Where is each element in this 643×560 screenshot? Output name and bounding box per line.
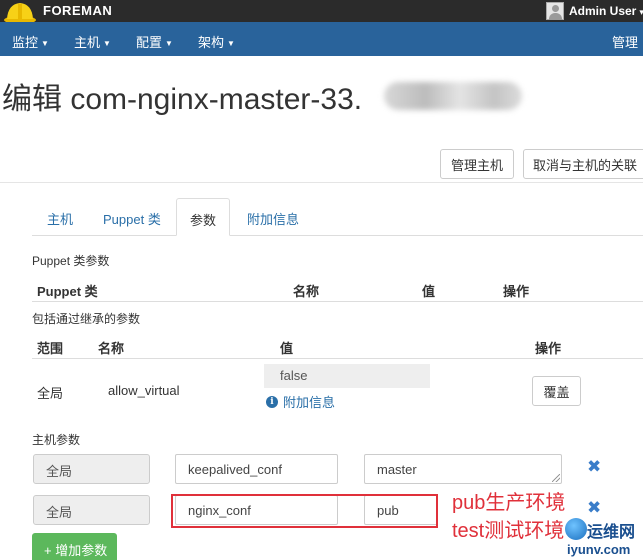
watermark-bottom: iyunv.com xyxy=(567,542,631,557)
annotation-highlight-box xyxy=(171,494,438,528)
page-title: 编辑 com-nginx-master-33. xyxy=(2,83,363,116)
foreman-helmet-icon[interactable] xyxy=(3,0,37,24)
col-scope: 范围 xyxy=(37,341,64,356)
table-divider xyxy=(32,358,643,359)
tab-host[interactable]: 主机 xyxy=(47,198,73,236)
watermark: 运维网 iyunv.com xyxy=(565,512,643,560)
nav-infrastructure[interactable]: 架构 ▼ xyxy=(198,32,235,51)
tab-puppet-classes[interactable]: Puppet 类 xyxy=(103,198,161,236)
inherited-value: false xyxy=(264,364,430,388)
resize-handle-icon[interactable] xyxy=(552,474,560,482)
param-scope-field[interactable]: 全局 xyxy=(33,495,150,525)
nav-monitor[interactable]: 监控 ▼ xyxy=(12,32,49,51)
col-value: 值 xyxy=(422,284,436,299)
avatar[interactable] xyxy=(546,2,564,20)
globe-icon xyxy=(565,518,587,540)
col-name: 名称 xyxy=(98,341,125,356)
add-parameter-button[interactable]: + 增加参数 xyxy=(32,533,117,560)
inherited-scope: 全局 xyxy=(37,386,64,401)
tab-parameters[interactable]: 参数 xyxy=(176,198,230,236)
param-value-input[interactable]: master xyxy=(364,454,562,484)
nav-hosts[interactable]: 主机 ▼ xyxy=(74,32,111,51)
override-button[interactable]: 覆盖 xyxy=(532,376,581,406)
nav-monitor-label: 监控 xyxy=(12,35,39,50)
col-puppet-class: Puppet 类 xyxy=(37,284,98,299)
disassociate-host-button[interactable]: 取消与主机的关联 xyxy=(523,149,643,179)
param-scope-field[interactable]: 全局 xyxy=(33,454,150,484)
host-params-heading: 主机参数 xyxy=(32,433,81,447)
brand-bar: FOREMAN Admin User ▾ xyxy=(0,0,643,24)
remove-param-icon[interactable]: ✖ xyxy=(587,458,601,475)
user-menu[interactable]: Admin User ▾ xyxy=(569,4,643,18)
annotation-line-2: test测试环境 xyxy=(452,520,565,542)
param-name-input[interactable]: keepalived_conf xyxy=(175,454,338,484)
watermark-top: 运维网 xyxy=(587,524,636,541)
nav-configure-label: 配置 xyxy=(136,35,163,50)
caret-down-icon: ▼ xyxy=(103,39,111,49)
inherited-params-heading: 包括通过继承的参数 xyxy=(32,312,141,326)
additional-info-link[interactable]: i 附加信息 xyxy=(266,392,335,411)
col-action: 操作 xyxy=(535,341,562,356)
user-name: Admin User xyxy=(569,4,637,18)
nav-hosts-label: 主机 xyxy=(74,35,101,50)
caret-down-icon: ▾ xyxy=(639,7,643,17)
col-action: 操作 xyxy=(503,284,530,299)
nav-administer[interactable]: 管理 xyxy=(612,32,638,51)
caret-down-icon: ▼ xyxy=(165,39,173,49)
param-value-text: master xyxy=(377,462,417,477)
col-name: 名称 xyxy=(293,284,320,299)
annotation-line-1: pub生产环境 xyxy=(452,492,566,514)
caret-down-icon: ▼ xyxy=(227,39,235,49)
nav-configure[interactable]: 配置 ▼ xyxy=(136,32,173,51)
table-divider xyxy=(32,301,643,302)
manage-host-button[interactable]: 管理主机 xyxy=(440,149,514,179)
puppet-params-heading: Puppet 类参数 xyxy=(32,254,110,268)
nav-infrastructure-label: 架构 xyxy=(198,35,225,50)
info-icon: i xyxy=(266,395,278,408)
col-value: 值 xyxy=(280,341,294,356)
tab-additional-info[interactable]: 附加信息 xyxy=(247,198,299,236)
brand-name[interactable]: FOREMAN xyxy=(43,3,112,18)
main-navbar: 监控 ▼ 主机 ▼ 配置 ▼ 架构 ▼ 管理 xyxy=(0,22,643,56)
inherited-name: allow_virtual xyxy=(108,383,180,398)
header-divider xyxy=(0,182,643,183)
redacted-hostname xyxy=(384,82,522,110)
additional-info-label: 附加信息 xyxy=(283,395,336,410)
caret-down-icon: ▼ xyxy=(41,39,49,49)
